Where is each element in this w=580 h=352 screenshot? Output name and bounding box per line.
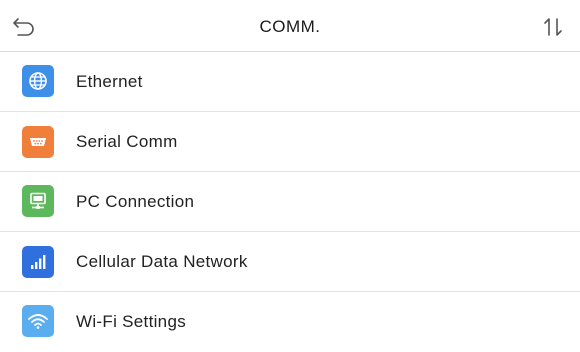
header-bar: COMM.: [0, 0, 580, 52]
menu-item-ethernet[interactable]: Ethernet: [0, 52, 580, 112]
sort-arrows-icon: [544, 18, 562, 36]
wifi-icon: [28, 314, 48, 329]
menu-item-label: Serial Comm: [76, 131, 178, 151]
page-title: COMM.: [259, 17, 321, 36]
wifi-icon-tile: [22, 305, 54, 337]
serial-comm-icon-tile: [22, 126, 54, 158]
back-arrow-icon: [13, 18, 34, 36]
comm-menu-list: Ethernet Serial Comm PC Connection Cellu…: [0, 52, 580, 352]
monitor-icon: [30, 192, 46, 209]
pc-connection-icon-tile: [22, 185, 54, 217]
menu-item-label: PC Connection: [76, 191, 195, 211]
menu-item-label: Wi-Fi Settings: [76, 312, 186, 331]
signal-bars-icon: [31, 255, 46, 269]
ethernet-icon-tile: [22, 65, 54, 97]
cellular-icon-tile: [22, 246, 54, 278]
menu-item-wifi-settings[interactable]: Wi-Fi Settings: [0, 292, 580, 352]
menu-item-label: Ethernet: [76, 71, 143, 91]
back-button[interactable]: [8, 10, 42, 44]
serial-port-icon: [30, 138, 46, 146]
menu-item-serial-comm[interactable]: Serial Comm: [0, 112, 580, 172]
globe-icon: [29, 72, 47, 90]
menu-item-cellular-data-network[interactable]: Cellular Data Network: [0, 232, 580, 292]
menu-item-label: Cellular Data Network: [76, 251, 248, 271]
sort-button[interactable]: [536, 10, 570, 44]
comm-screen: COMM. Ethernet Serial Comm PC Connection…: [0, 0, 580, 352]
menu-item-pc-connection[interactable]: PC Connection: [0, 172, 580, 232]
